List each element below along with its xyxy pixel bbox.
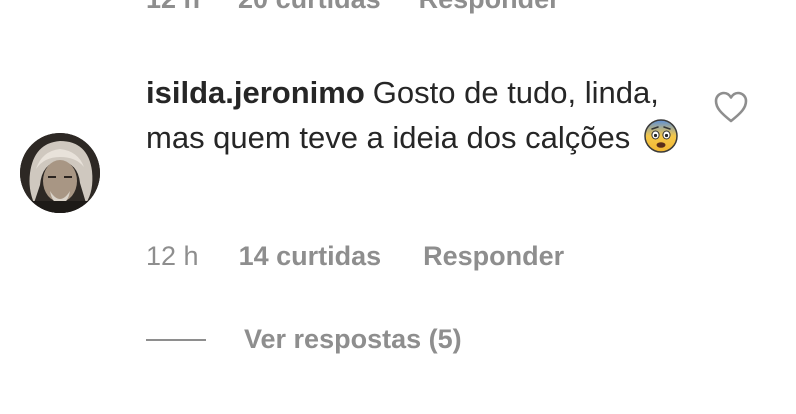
avatar[interactable] [20, 133, 100, 213]
view-replies-divider [146, 338, 206, 341]
comment-meta: 12 h 14 curtidas Responder [146, 241, 564, 272]
comment: isilda.jeronimo Gosto de tudo, linda, mas… [0, 0, 796, 300]
comment-username[interactable]: isilda.jeronimo [146, 75, 365, 110]
view-replies-label: Ver respostas (5) [244, 324, 462, 354]
avatar-photo [20, 133, 100, 213]
heart-outline-icon[interactable] [713, 90, 749, 124]
comment-time[interactable]: 12 h [146, 241, 199, 272]
view-replies-button[interactable]: Ver respostas (5) [146, 324, 462, 355]
comment-body: isilda.jeronimo Gosto de tudo, linda, mas… [146, 70, 686, 160]
comment-likes-count[interactable]: 14 curtidas [239, 241, 382, 272]
reply-button[interactable]: Responder [423, 241, 564, 272]
fearful-face-emoji-icon [643, 118, 679, 154]
